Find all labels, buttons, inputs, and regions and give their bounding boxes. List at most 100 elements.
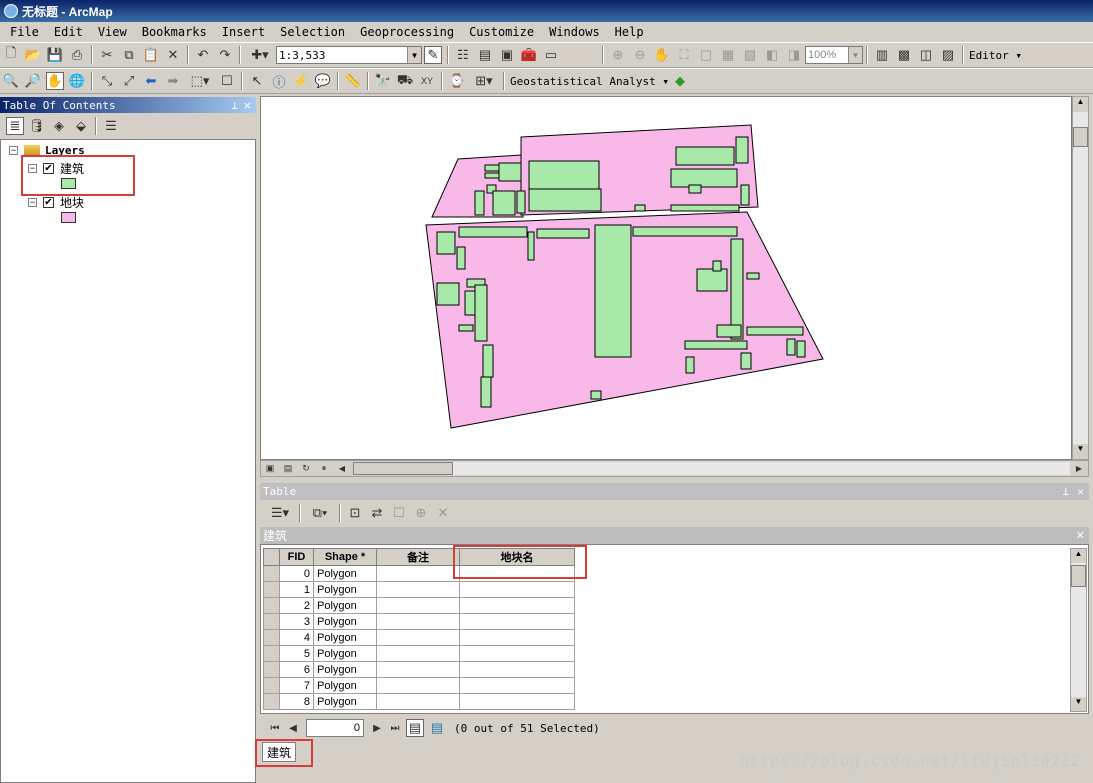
row-selector[interactable] [263, 677, 280, 694]
note-cell[interactable] [376, 565, 460, 582]
time-slider-icon[interactable]: ⌚ [448, 72, 466, 90]
open-folder-icon[interactable]: 📂 [24, 46, 42, 64]
shape-cell[interactable]: Polygon [313, 597, 377, 614]
paste-icon[interactable]: 📋 [142, 46, 160, 64]
scroll-down-arrow[interactable]: ▼ [1073, 444, 1088, 459]
related-tables-icon[interactable]: ⧉▾ [306, 504, 334, 522]
note-cell[interactable] [376, 661, 460, 678]
list-by-drawing-order-icon[interactable]: ≣ [6, 117, 24, 135]
table-options-icon[interactable]: ☰▾ [266, 504, 294, 522]
editor-toolbar-icon[interactable]: ✎ [424, 46, 442, 64]
fid-cell[interactable]: 2 [279, 597, 314, 614]
pin-icon[interactable]: ⊥ [1062, 485, 1069, 498]
pan-icon[interactable]: ✋ [46, 72, 64, 90]
record-number-input[interactable]: 0 [306, 719, 364, 737]
zoom-to-selected-icon[interactable]: ⊕ [412, 504, 430, 522]
row-selector[interactable] [263, 693, 280, 710]
identify-icon[interactable]: ⓘ [270, 72, 288, 90]
close-icon[interactable]: ✕ [1076, 529, 1085, 542]
parcel-name-cell[interactable] [459, 629, 575, 646]
change-layout-icon[interactable]: ◫ [917, 46, 935, 64]
scroll-left-arrow[interactable]: ◀ [335, 462, 349, 476]
cut-icon[interactable]: ✂ [98, 46, 116, 64]
map-canvas[interactable] [261, 97, 1071, 459]
layout-zoom-out-icon[interactable]: ⊖ [631, 46, 649, 64]
parcel-name-cell[interactable] [459, 597, 575, 614]
menu-help[interactable]: Help [609, 25, 653, 39]
row-selector[interactable] [263, 613, 280, 630]
list-by-visibility-icon[interactable]: ◈ [50, 117, 68, 135]
shape-cell[interactable]: Polygon [313, 613, 377, 630]
list-by-source-icon[interactable]: 🛢 [28, 117, 46, 135]
html-popup-icon[interactable]: 💬 [314, 72, 332, 90]
map-vertical-scrollbar[interactable]: ▲ ▼ [1072, 96, 1089, 460]
fid-cell[interactable]: 7 [279, 677, 314, 694]
clear-selection-icon[interactable]: ☐ [218, 72, 236, 90]
forward-extent-icon[interactable]: ◨ [785, 46, 803, 64]
shape-cell[interactable]: Polygon [313, 581, 377, 598]
map-view[interactable] [260, 96, 1072, 460]
row-selector[interactable] [263, 581, 280, 598]
fixed-zoom-out-icon[interactable]: ⤢ [120, 72, 138, 90]
fid-cell[interactable]: 1 [279, 581, 314, 598]
shape-cell[interactable]: Polygon [313, 645, 377, 662]
show-selected-records-icon[interactable]: ▤ [428, 719, 446, 737]
collapse-icon[interactable]: − [9, 146, 18, 155]
menu-insert[interactable]: Insert [216, 25, 274, 39]
column-header-fid[interactable]: FID [279, 548, 314, 566]
table-row[interactable]: 6 Polygon [263, 661, 575, 678]
shape-cell[interactable]: Polygon [313, 677, 377, 694]
menu-bookmarks[interactable]: Bookmarks [136, 25, 216, 39]
fid-cell[interactable]: 5 [279, 645, 314, 662]
select-by-attributes-icon[interactable]: ⊡ [346, 504, 364, 522]
find-icon[interactable]: 🔭 [374, 72, 392, 90]
note-cell[interactable] [376, 629, 460, 646]
geostatistical-wizard-icon[interactable]: ◆ [671, 72, 689, 90]
note-cell[interactable] [376, 581, 460, 598]
focus-data-frame-icon[interactable]: ▩ [895, 46, 913, 64]
zoom-whole-page-icon[interactable]: ⛶ [675, 46, 693, 64]
delete-selected-icon[interactable]: ✕ [434, 504, 452, 522]
table-row[interactable]: 4 Polygon [263, 629, 575, 646]
note-cell[interactable] [376, 677, 460, 694]
scroll-thumb[interactable] [1071, 565, 1086, 587]
row-selector-header[interactable] [263, 548, 280, 566]
scroll-up-arrow[interactable]: ▲ [1071, 549, 1086, 563]
full-extent-icon[interactable]: 🌐 [68, 72, 86, 90]
shape-cell[interactable]: Polygon [313, 661, 377, 678]
list-by-selection-icon[interactable]: ⬙ [72, 117, 90, 135]
pause-drawing-icon[interactable]: ⏸ [317, 462, 331, 476]
layout-pan-icon[interactable]: ✋ [653, 46, 671, 64]
refresh-icon[interactable]: ↻ [299, 462, 313, 476]
menu-customize[interactable]: Customize [463, 25, 543, 39]
data-view-icon[interactable]: ▣ [263, 462, 277, 476]
scroll-up-arrow[interactable]: ▲ [1073, 97, 1088, 112]
horizontal-scroll-thumb[interactable] [353, 462, 453, 475]
fid-cell[interactable]: 8 [279, 693, 314, 710]
fid-cell[interactable]: 6 [279, 661, 314, 678]
menu-view[interactable]: View [92, 25, 136, 39]
next-record-icon[interactable]: ▶ [370, 719, 384, 737]
python-window-icon[interactable]: ▭ [542, 46, 560, 64]
note-cell[interactable] [376, 597, 460, 614]
menu-geoprocessing[interactable]: Geoprocessing [354, 25, 463, 39]
zoom-in-icon[interactable]: 🔍 [2, 72, 20, 90]
toggle-draft-mode-icon[interactable]: ▥ [873, 46, 891, 64]
arctoolbox-icon[interactable]: 🧰 [520, 46, 538, 64]
note-cell[interactable] [376, 645, 460, 662]
select-elements-icon[interactable]: ↖ [248, 72, 266, 90]
scroll-right-arrow[interactable]: ▶ [1072, 462, 1086, 476]
print-icon[interactable]: ⎙ [68, 46, 86, 64]
geostatistical-analyst-menu[interactable]: Geostatistical Analyst ▾ [510, 75, 669, 88]
undo-icon[interactable]: ↶ [194, 46, 212, 64]
menu-selection[interactable]: Selection [274, 25, 354, 39]
row-selector[interactable] [263, 597, 280, 614]
zoom-100-icon[interactable]: ▢ [697, 46, 715, 64]
note-cell[interactable] [376, 613, 460, 630]
table-row[interactable]: 8 Polygon [263, 693, 575, 710]
close-icon[interactable]: ✕ [244, 98, 251, 112]
table-row[interactable]: 1 Polygon [263, 581, 575, 598]
row-selector[interactable] [263, 565, 280, 582]
row-selector[interactable] [263, 661, 280, 678]
first-record-icon[interactable]: ⏮ [268, 719, 282, 737]
